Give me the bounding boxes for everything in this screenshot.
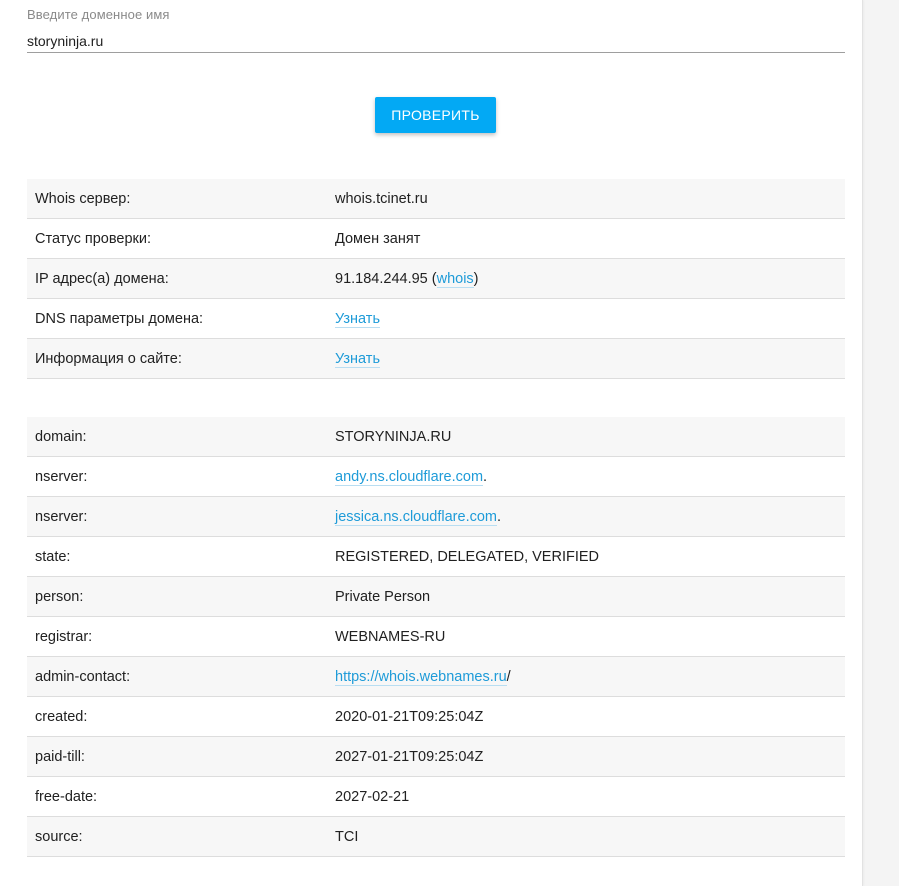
table-row: domain: STORYNINJA.RU xyxy=(27,417,845,457)
row-value: Домен занят xyxy=(327,218,845,259)
row-key: created: xyxy=(27,696,327,737)
link-suffix: . xyxy=(483,468,488,485)
paren-close: ) xyxy=(473,270,479,287)
table-row: Статус проверки: Домен занят xyxy=(27,218,845,259)
row-key: nserver: xyxy=(27,496,327,537)
row-key: free-date: xyxy=(27,776,327,817)
row-value: TCI xyxy=(327,816,845,857)
row-value: jessica.ns.cloudflare.com. xyxy=(327,496,845,537)
table-row: admin-contact: https://whois.webnames.ru… xyxy=(27,656,845,697)
row-value: Private Person xyxy=(327,576,845,617)
row-key: DNS параметры домена: xyxy=(27,298,327,339)
row-value: Узнать xyxy=(327,298,845,339)
table-row: nserver: andy.ns.cloudflare.com. xyxy=(27,456,845,497)
table-row: state: REGISTERED, DELEGATED, VERIFIED xyxy=(27,536,845,577)
domain-field-label: Введите доменное имя xyxy=(27,7,170,22)
row-value: STORYNINJA.RU xyxy=(327,417,845,457)
row-value: 91.184.244.95 (whois) xyxy=(327,258,845,299)
domain-input[interactable] xyxy=(27,30,845,53)
table-row: nserver: jessica.ns.cloudflare.com. xyxy=(27,496,845,537)
admin-contact-link[interactable]: https://whois.webnames.ru xyxy=(335,668,507,686)
summary-table: Whois сервер: whois.tcinet.ru Статус про… xyxy=(27,179,845,379)
row-key: source: xyxy=(27,816,327,857)
whois-table: domain: STORYNINJA.RU nserver: andy.ns.c… xyxy=(27,417,845,857)
link-suffix: . xyxy=(497,508,502,525)
row-key: domain: xyxy=(27,417,327,457)
link-suffix: / xyxy=(506,668,511,685)
row-key: registrar: xyxy=(27,616,327,657)
row-key: Статус проверки: xyxy=(27,218,327,259)
table-row: source: TCI xyxy=(27,816,845,857)
row-key: IP адрес(а) домена: xyxy=(27,258,327,299)
row-value: 2027-01-21T09:25:04Z xyxy=(327,736,845,777)
check-button[interactable]: ПРОВЕРИТЬ xyxy=(375,97,496,133)
dns-lookup-link[interactable]: Узнать xyxy=(335,310,380,328)
row-value: WEBNAMES-RU xyxy=(327,616,845,657)
row-key: Информация о сайте: xyxy=(27,338,327,379)
row-value: https://whois.webnames.ru/ xyxy=(327,656,845,697)
site-info-link[interactable]: Узнать xyxy=(335,350,380,368)
row-value: REGISTERED, DELEGATED, VERIFIED xyxy=(327,536,845,577)
table-row: registrar: WEBNAMES-RU xyxy=(27,616,845,657)
row-value: 2027-02-21 xyxy=(327,776,845,817)
row-key: paid-till: xyxy=(27,736,327,777)
row-key: nserver: xyxy=(27,456,327,497)
row-value: andy.ns.cloudflare.com. xyxy=(327,456,845,497)
row-key: Whois сервер: xyxy=(27,179,327,219)
row-value: whois.tcinet.ru xyxy=(327,179,845,219)
table-row: Информация о сайте: Узнать xyxy=(27,338,845,379)
nserver-link[interactable]: jessica.ns.cloudflare.com xyxy=(335,508,497,526)
row-key: person: xyxy=(27,576,327,617)
whois-card: Введите доменное имя ПРОВЕРИТЬ Whois сер… xyxy=(0,0,863,886)
row-value: Узнать xyxy=(327,338,845,379)
row-key: admin-contact: xyxy=(27,656,327,697)
nserver-link[interactable]: andy.ns.cloudflare.com xyxy=(335,468,484,486)
table-row: person: Private Person xyxy=(27,576,845,617)
row-value: 2020-01-21T09:25:04Z xyxy=(327,696,845,737)
table-row: Whois сервер: whois.tcinet.ru xyxy=(27,179,845,219)
paren-open: ( xyxy=(427,270,437,287)
ip-whois-link[interactable]: whois xyxy=(436,270,474,288)
table-row: DNS параметры домена: Узнать xyxy=(27,298,845,339)
table-row: created: 2020-01-21T09:25:04Z xyxy=(27,696,845,737)
table-row: free-date: 2027-02-21 xyxy=(27,776,845,817)
row-key: state: xyxy=(27,536,327,577)
ip-address: 91.184.244.95 xyxy=(335,270,428,287)
table-row: IP адрес(а) домена: 91.184.244.95 (whois… xyxy=(27,258,845,299)
table-row: paid-till: 2027-01-21T09:25:04Z xyxy=(27,736,845,777)
